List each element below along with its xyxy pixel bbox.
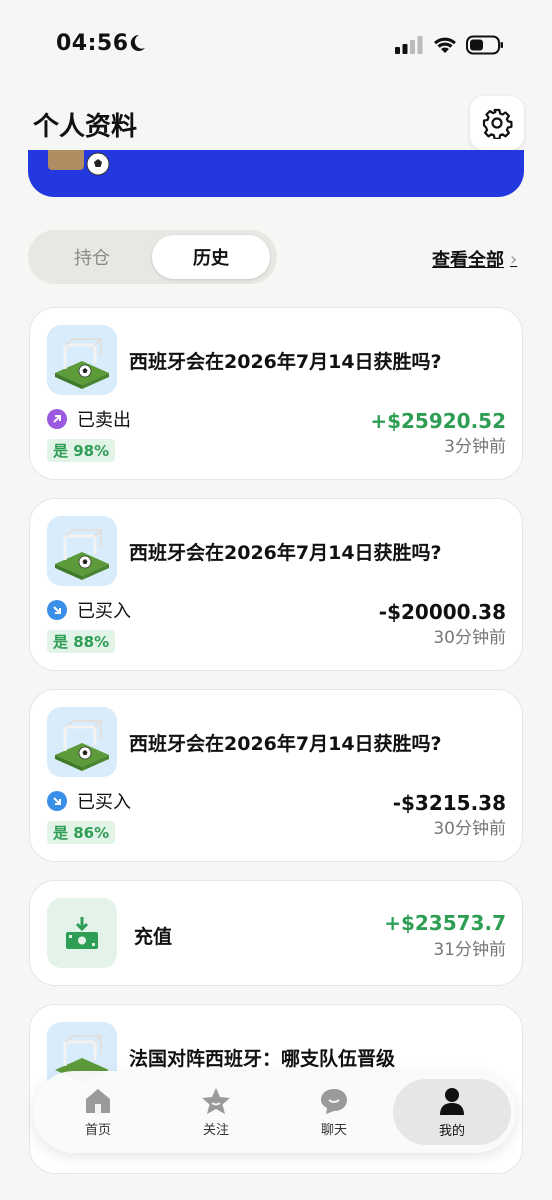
soccer-goal-thumbnail <box>47 707 117 777</box>
tab-chat[interactable]: 聊天 <box>275 1079 393 1145</box>
trade-amount: -$20000.38 <box>378 600 506 624</box>
tab-watchlist[interactable]: 关注 <box>157 1079 275 1145</box>
tab-profile[interactable]: 我的 <box>393 1079 511 1145</box>
deposit-amount: +$23573.7 <box>384 911 506 935</box>
banner-image <box>48 150 84 170</box>
chevron-right-icon: › <box>510 248 518 270</box>
view-all-label: 查看全部 <box>432 250 504 271</box>
page-title: 个人资料 <box>33 112 138 142</box>
person-icon <box>440 1087 464 1115</box>
bottom-tab-bar: 首页 关注 聊天 我的 <box>33 1071 516 1153</box>
deposit-card[interactable]: 充值 +$23573.7 31分钟前 <box>29 880 523 986</box>
trade-action-label: 已卖出 <box>77 410 131 431</box>
trade-time: 3分钟前 <box>444 437 506 457</box>
deposit-time: 31分钟前 <box>433 940 506 960</box>
market-question: 西班牙会在2026年7月14日获胜吗? <box>129 733 442 755</box>
tab-chat-label: 聊天 <box>320 1122 347 1138</box>
outcome-badge: 是 86% <box>47 821 116 844</box>
market-question: 西班牙会在2026年7月14日获胜吗? <box>129 351 442 373</box>
status-time: 04:56 <box>56 31 129 56</box>
history-card[interactable]: 西班牙会在2026年7月14日获胜吗? 已买入 是 88% -$20000.38… <box>29 498 523 671</box>
battery-icon <box>466 35 503 55</box>
trade-action-label: 已买入 <box>77 792 131 813</box>
promo-banner[interactable] <box>28 150 524 197</box>
soccer-goal-thumbnail <box>47 325 117 395</box>
trade-action-label: 已买入 <box>77 601 131 622</box>
soccer-goal-thumbnail <box>47 516 117 586</box>
market-question: 西班牙会在2026年7月14日获胜吗? <box>129 542 442 564</box>
trade-time: 30分钟前 <box>433 819 506 839</box>
trade-action: 已买入 <box>47 597 131 623</box>
arrow-down-right-icon <box>47 600 67 620</box>
market-question: 法国对阵西班牙：哪支队伍晋级 <box>129 1048 396 1070</box>
deposit-money-icon <box>47 898 117 968</box>
tab-home-label: 首页 <box>84 1122 111 1138</box>
trade-action: 已卖出 <box>47 406 131 432</box>
star-icon <box>202 1087 230 1114</box>
tab-profile-label: 我的 <box>438 1123 465 1139</box>
soccer-ball-icon <box>86 152 110 176</box>
deposit-label: 充值 <box>134 926 173 948</box>
tab-home[interactable]: 首页 <box>39 1079 157 1145</box>
trade-amount: -$3215.38 <box>392 791 506 815</box>
wifi-icon <box>434 37 456 53</box>
trade-amount: +$25920.52 <box>370 409 506 433</box>
moon-icon <box>130 34 145 51</box>
history-card[interactable]: 西班牙会在2026年7月14日获胜吗? 已买入 是 86% -$3215.38 … <box>29 689 523 862</box>
outcome-badge: 是 98% <box>47 439 116 462</box>
tab-history[interactable]: 历史 <box>152 235 270 279</box>
gear-icon <box>482 108 513 139</box>
tab-watchlist-label: 关注 <box>202 1122 229 1138</box>
trade-action: 已买入 <box>47 788 131 814</box>
home-icon <box>86 1088 110 1113</box>
tab-holdings[interactable]: 持仓 <box>33 235 151 279</box>
settings-button[interactable] <box>470 96 524 150</box>
history-card[interactable]: 西班牙会在2026年7月14日获胜吗? 已卖出 是 98% +$25920.52… <box>29 307 523 480</box>
status-bar: 04:56 <box>0 0 552 90</box>
arrow-down-right-icon <box>47 791 67 811</box>
trade-time: 30分钟前 <box>433 628 506 648</box>
chat-icon <box>321 1088 347 1114</box>
history-segment-control: 持仓 历史 <box>28 230 277 284</box>
arrow-up-right-icon <box>47 409 67 429</box>
outcome-badge: 是 88% <box>47 630 116 653</box>
view-all-link[interactable]: 查看全部 › <box>432 246 517 272</box>
cellular-signal-icon <box>395 36 423 54</box>
